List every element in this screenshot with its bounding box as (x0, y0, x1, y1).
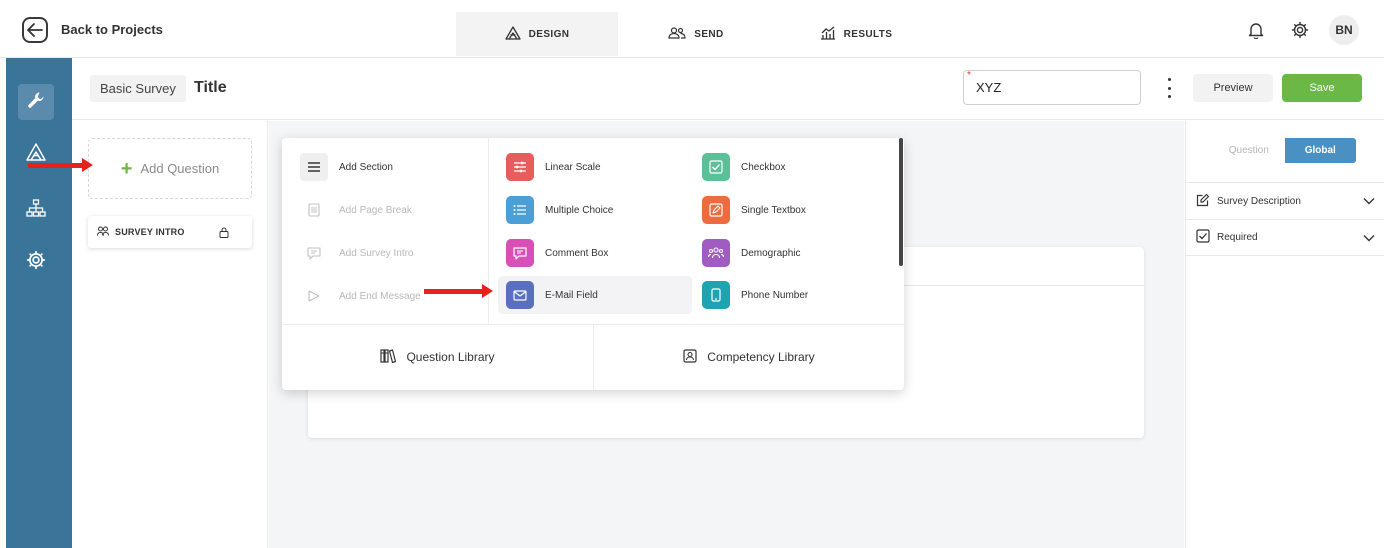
tab-results-label: RESULTS (843, 28, 893, 40)
top-bar: Back to Projects DESIGN SEND RESULTS BN (0, 0, 1384, 58)
menu-item-demographic[interactable]: Demographic (694, 234, 888, 272)
survey-title[interactable]: Title (194, 79, 227, 97)
group-icon (702, 239, 730, 267)
save-button[interactable]: Save (1282, 74, 1362, 102)
menu-item-label: Add Survey Intro (339, 247, 414, 259)
people-icon (668, 26, 686, 42)
menu-item-add-section[interactable]: Add Section (292, 148, 482, 186)
survey-intro-label: SURVEY INTRO (115, 227, 185, 237)
flag-icon (300, 282, 328, 310)
add-question-button[interactable]: + Add Question (88, 138, 252, 199)
menu-item-checkbox[interactable]: Checkbox (694, 148, 888, 186)
tab-send[interactable]: SEND (640, 12, 752, 56)
more-options-icon[interactable] (1162, 78, 1176, 98)
required-asterisk: * (967, 70, 971, 81)
plus-icon: + (120, 157, 133, 180)
menu-item-email-field[interactable]: E-Mail Field (498, 276, 692, 314)
comment-icon (506, 239, 534, 267)
accordion-survey-description[interactable]: Survey Description (1186, 182, 1384, 219)
left-rail (6, 58, 72, 548)
menu-item-multiple-choice[interactable]: Multiple Choice (498, 191, 692, 229)
design-icon (504, 25, 521, 43)
survey-header: Basic Survey Title * Preview Save (72, 58, 1384, 120)
tab-send-label: SEND (694, 28, 724, 40)
badge-icon (683, 348, 697, 366)
checkbox-icon (702, 153, 730, 181)
menu-item-label: Add Page Break (339, 204, 412, 216)
menu-item-label: Multiple Choice (545, 204, 614, 216)
sliders-icon (506, 153, 534, 181)
edit-icon (1196, 193, 1210, 210)
phone-icon (702, 281, 730, 309)
rail-item-settings[interactable] (18, 244, 54, 280)
chevron-down-icon (1363, 234, 1375, 242)
mail-icon (506, 281, 534, 309)
menu-item-label: Add End Message (339, 290, 421, 302)
accordion-label: Survey Description (1217, 195, 1301, 207)
back-arrow-icon[interactable] (22, 17, 48, 43)
back-to-projects-link[interactable]: Back to Projects (61, 22, 163, 37)
menu-item-add-survey-intro[interactable]: Add Survey Intro (292, 234, 482, 272)
menu-item-label: Demographic (741, 247, 801, 259)
gear-icon[interactable] (1288, 18, 1312, 42)
menu-item-label: Add Section (339, 161, 393, 173)
rail-item-design-tools[interactable] (18, 84, 54, 120)
intro-icon (300, 239, 328, 267)
list-icon (506, 196, 534, 224)
tab-design-label: DESIGN (528, 28, 570, 40)
pencil-icon (702, 196, 730, 224)
intro-icon (97, 226, 109, 238)
chevron-down-icon (1363, 197, 1375, 205)
menu-item-label: Checkbox (741, 161, 786, 173)
menu-item-add-page-break[interactable]: Add Page Break (292, 191, 482, 229)
toggle-global[interactable]: Global (1284, 138, 1356, 163)
survey-type-badge: Basic Survey (90, 75, 186, 102)
question-library-label: Question Library (406, 350, 495, 364)
add-question-label: Add Question (140, 161, 220, 176)
page-break-icon (300, 196, 328, 224)
accordion-required[interactable]: Required (1186, 219, 1384, 256)
menu-scrollbar[interactable] (899, 138, 903, 266)
rail-item-hierarchy[interactable] (18, 192, 54, 228)
survey-intro-item[interactable]: SURVEY INTRO (88, 216, 252, 248)
tab-results[interactable]: RESULTS (800, 12, 912, 56)
menu-item-add-end-message[interactable]: Add End Message (292, 277, 482, 315)
add-question-menu: Add Section Add Page Break Add Survey In… (282, 138, 904, 390)
menu-item-linear-scale[interactable]: Linear Scale (498, 148, 692, 186)
menu-item-phone-number[interactable]: Phone Number (694, 276, 888, 314)
menu-item-single-textbox[interactable]: Single Textbox (694, 191, 888, 229)
competency-library-button[interactable]: Competency Library (594, 324, 904, 390)
menu-item-label: E-Mail Field (545, 289, 598, 301)
competency-library-label: Competency Library (707, 350, 815, 364)
hierarchy-icon (26, 198, 46, 222)
question-outline-panel: + Add Question SURVEY INTRO (72, 121, 268, 548)
lock-icon (219, 227, 229, 238)
bell-icon[interactable] (1244, 18, 1268, 42)
menu-item-label: Phone Number (741, 289, 809, 301)
menu-item-label: Single Textbox (741, 204, 806, 216)
scope-toggle: Question Global (1213, 138, 1356, 163)
chart-icon (820, 25, 836, 43)
avatar[interactable]: BN (1329, 15, 1359, 45)
accordion-label: Required (1217, 232, 1258, 243)
properties-panel: Question Global Survey Description Requi… (1185, 121, 1384, 548)
checked-box-icon (1196, 229, 1210, 246)
menu-item-label: Linear Scale (545, 161, 601, 173)
preview-button[interactable]: Preview (1193, 74, 1273, 102)
wrench-icon (26, 90, 46, 115)
lines-icon (300, 153, 328, 181)
toggle-question[interactable]: Question (1213, 138, 1285, 163)
survey-name-input[interactable] (963, 70, 1141, 105)
menu-item-comment-box[interactable]: Comment Box (498, 234, 692, 272)
books-icon (380, 348, 397, 366)
question-library-button[interactable]: Question Library (282, 324, 593, 390)
gear-icon (26, 250, 46, 275)
tab-design[interactable]: DESIGN (456, 12, 618, 56)
menu-item-label: Comment Box (545, 247, 609, 259)
